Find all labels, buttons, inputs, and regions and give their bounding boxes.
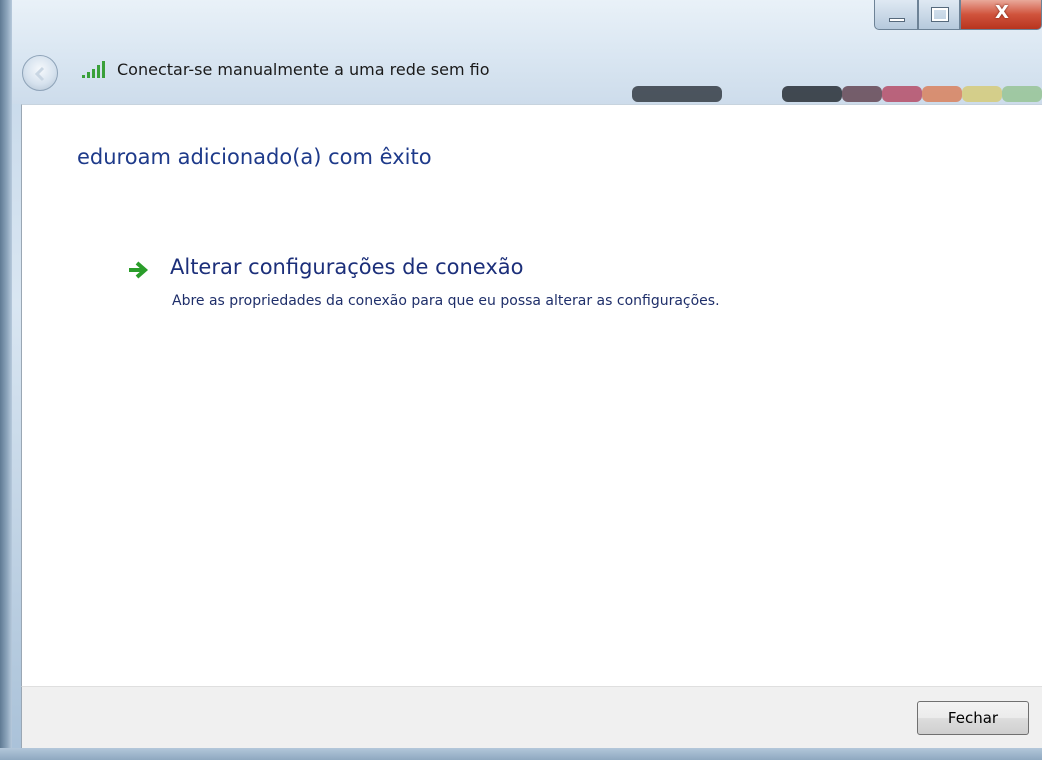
background-blur — [1002, 86, 1042, 102]
minimize-button[interactable] — [874, 0, 918, 30]
change-connection-settings-description: Abre as propriedades da conexão para que… — [172, 293, 720, 309]
minimize-icon — [889, 18, 905, 22]
dialog-content: eduroam adicionado(a) com êxito Alterar … — [21, 104, 1042, 686]
background-blur — [922, 86, 962, 102]
window-close-button[interactable]: X — [960, 0, 1042, 30]
back-arrow-icon — [34, 66, 45, 82]
maximize-icon — [931, 7, 949, 22]
close-icon: X — [995, 2, 1009, 23]
wifi-signal-icon — [82, 61, 105, 78]
window-title: Conectar-se manualmente a uma rede sem f… — [117, 60, 490, 79]
background-blur — [882, 86, 922, 102]
green-arrow-icon — [129, 261, 149, 279]
back-button[interactable] — [22, 55, 58, 91]
dialog-footer: Fechar — [21, 686, 1042, 748]
close-button[interactable]: Fechar — [917, 701, 1029, 735]
maximize-button[interactable] — [918, 0, 960, 30]
background-blur — [962, 86, 1002, 102]
page-heading: eduroam adicionado(a) com êxito — [77, 145, 432, 169]
window-frame-bottom — [0, 748, 1042, 760]
change-connection-settings-link[interactable]: Alterar configurações de conexão — [170, 255, 524, 279]
window-frame-left-edge — [0, 0, 12, 760]
background-blur — [782, 86, 842, 102]
background-blur — [842, 86, 882, 102]
background-blur — [632, 86, 722, 102]
